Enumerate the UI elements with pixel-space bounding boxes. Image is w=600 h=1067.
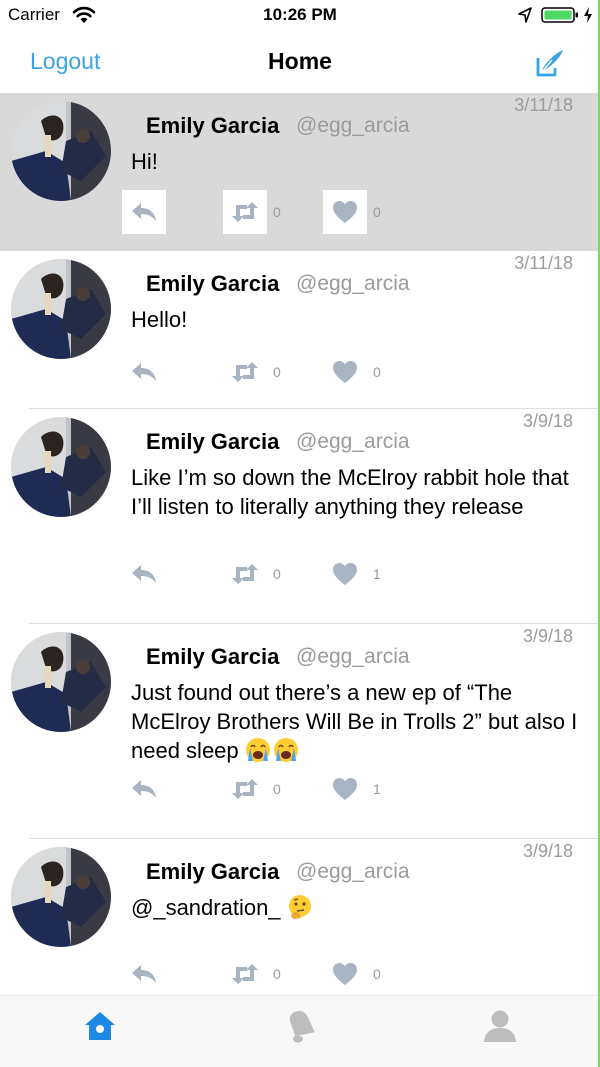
like-count: 0 xyxy=(373,204,381,220)
retweet-button[interactable]: 0 xyxy=(223,552,281,596)
retweet-button[interactable]: 0 xyxy=(223,190,281,234)
tab-bar xyxy=(0,995,600,1067)
timeline-feed[interactable]: Emily Garcia @egg_arcia 3/11/18 Hi! 0 0 xyxy=(0,93,600,995)
tab-profile[interactable] xyxy=(480,1006,520,1046)
retweet-icon xyxy=(223,767,267,811)
tweet-actions: 0 1 xyxy=(122,552,422,596)
avatar[interactable] xyxy=(11,632,111,732)
tweet-author-name: Emily Garcia xyxy=(146,859,280,884)
reply-button[interactable] xyxy=(122,190,166,234)
reply-button[interactable] xyxy=(122,952,166,995)
tweet-date: 3/9/18 xyxy=(522,841,573,861)
retweet-button[interactable]: 0 xyxy=(223,350,281,394)
status-bar: Carrier 10:26 PM xyxy=(0,0,600,32)
heart-icon xyxy=(323,350,367,394)
heart-icon xyxy=(323,952,367,995)
tweet-author-name: Emily Garcia xyxy=(146,429,280,454)
reply-icon xyxy=(122,952,166,995)
reply-icon xyxy=(122,767,166,811)
retweet-count: 0 xyxy=(273,364,281,380)
tweet-text-block: Just found out there’s a new ep of “The … xyxy=(131,678,586,765)
tweet-text: Just found out there’s a new ep of “The … xyxy=(131,680,578,763)
tweet-cell[interactable]: Emily Garcia @egg_arcia 3/9/18 Like I’m … xyxy=(0,409,600,624)
avatar[interactable] xyxy=(11,847,111,947)
tweet-date: 3/9/18 xyxy=(522,411,573,431)
tweet-text: Hi! xyxy=(131,149,158,174)
like-button[interactable]: 1 xyxy=(323,767,381,811)
tweet-text: @_sandration_ xyxy=(131,895,287,920)
tweet-actions: 0 1 xyxy=(122,767,422,811)
bell-icon xyxy=(289,1011,315,1043)
reply-icon xyxy=(122,552,166,596)
tweet-actions: 0 0 xyxy=(122,952,422,995)
avatar[interactable] xyxy=(11,417,111,517)
clock: 10:26 PM xyxy=(263,5,337,24)
retweet-button[interactable]: 0 xyxy=(223,952,281,995)
tweet-text-block: Hi! xyxy=(131,147,586,176)
tweet-actions: 0 0 xyxy=(122,350,422,394)
tweet-author-handle: @egg_arcia xyxy=(296,860,410,883)
tweet-actions: 0 0 xyxy=(122,190,422,234)
tweet-date: 3/9/18 xyxy=(522,626,573,646)
tab-home[interactable] xyxy=(80,1006,120,1046)
reply-button[interactable] xyxy=(122,767,166,811)
tweet-text-block: Hello! xyxy=(131,305,586,334)
like-button[interactable]: 0 xyxy=(323,190,381,234)
crying-face-emoji-icon xyxy=(273,738,298,762)
like-button[interactable]: 0 xyxy=(323,350,381,394)
tweet-author-handle: @egg_arcia xyxy=(296,114,410,137)
reply-icon xyxy=(122,190,166,234)
thinking-face-emoji-icon xyxy=(288,895,311,919)
charging-icon xyxy=(584,7,592,23)
retweet-icon xyxy=(223,190,267,234)
tweet-text-block: @_sandration_ xyxy=(131,893,586,922)
like-count: 0 xyxy=(373,966,381,982)
tweet-text: Hello! xyxy=(131,307,188,332)
battery-icon xyxy=(541,7,578,23)
heart-icon xyxy=(323,190,367,234)
logout-button[interactable]: Logout xyxy=(30,48,100,75)
tweet-cell[interactable]: Emily Garcia @egg_arcia 3/11/18 Hi! 0 0 xyxy=(0,93,600,251)
compose-tweet-icon[interactable] xyxy=(534,48,566,78)
retweet-count: 0 xyxy=(273,204,281,220)
tweet-author-name: Emily Garcia xyxy=(146,271,280,296)
tweet-cell[interactable]: Emily Garcia @egg_arcia 3/9/18 Just foun… xyxy=(0,624,600,839)
retweet-count: 0 xyxy=(273,966,281,982)
like-button[interactable]: 0 xyxy=(323,952,381,995)
like-count: 1 xyxy=(373,781,381,797)
retweet-count: 0 xyxy=(273,781,281,797)
retweet-count: 0 xyxy=(273,566,281,582)
home-icon xyxy=(85,1012,115,1040)
tweet-author-handle: @egg_arcia xyxy=(296,645,410,668)
tweet-author-name: Emily Garcia xyxy=(146,644,280,669)
tweet-cell[interactable]: Emily Garcia @egg_arcia 3/9/18 @_sandrat… xyxy=(0,839,600,995)
like-button[interactable]: 1 xyxy=(323,552,381,596)
profile-icon xyxy=(484,1010,516,1042)
tweet-author-handle: @egg_arcia xyxy=(296,272,410,295)
tweet-author-handle: @egg_arcia xyxy=(296,430,410,453)
retweet-icon xyxy=(223,952,267,995)
retweet-icon xyxy=(223,350,267,394)
reply-icon xyxy=(122,350,166,394)
crying-face-emoji-icon xyxy=(245,738,270,762)
tweet-cell[interactable]: Emily Garcia @egg_arcia 3/11/18 Hello! 0… xyxy=(0,251,600,409)
tweet-text: Like I’m so down the McElroy rabbit hole… xyxy=(131,465,569,519)
avatar[interactable] xyxy=(11,101,111,201)
navigation-bar: Logout Home xyxy=(0,32,600,92)
tweet-date: 3/11/18 xyxy=(514,95,573,115)
location-arrow-icon xyxy=(518,7,532,23)
reply-button[interactable] xyxy=(122,350,166,394)
tweet-author-name: Emily Garcia xyxy=(146,113,280,138)
heart-icon xyxy=(323,552,367,596)
like-count: 0 xyxy=(373,364,381,380)
tweet-text-block: Like I’m so down the McElroy rabbit hole… xyxy=(131,463,586,521)
like-count: 1 xyxy=(373,566,381,582)
tab-notifications[interactable] xyxy=(280,1006,320,1046)
retweet-icon xyxy=(223,552,267,596)
tweet-date: 3/11/18 xyxy=(514,253,573,273)
retweet-button[interactable]: 0 xyxy=(223,767,281,811)
reply-button[interactable] xyxy=(122,552,166,596)
avatar[interactable] xyxy=(11,259,111,359)
heart-icon xyxy=(323,767,367,811)
